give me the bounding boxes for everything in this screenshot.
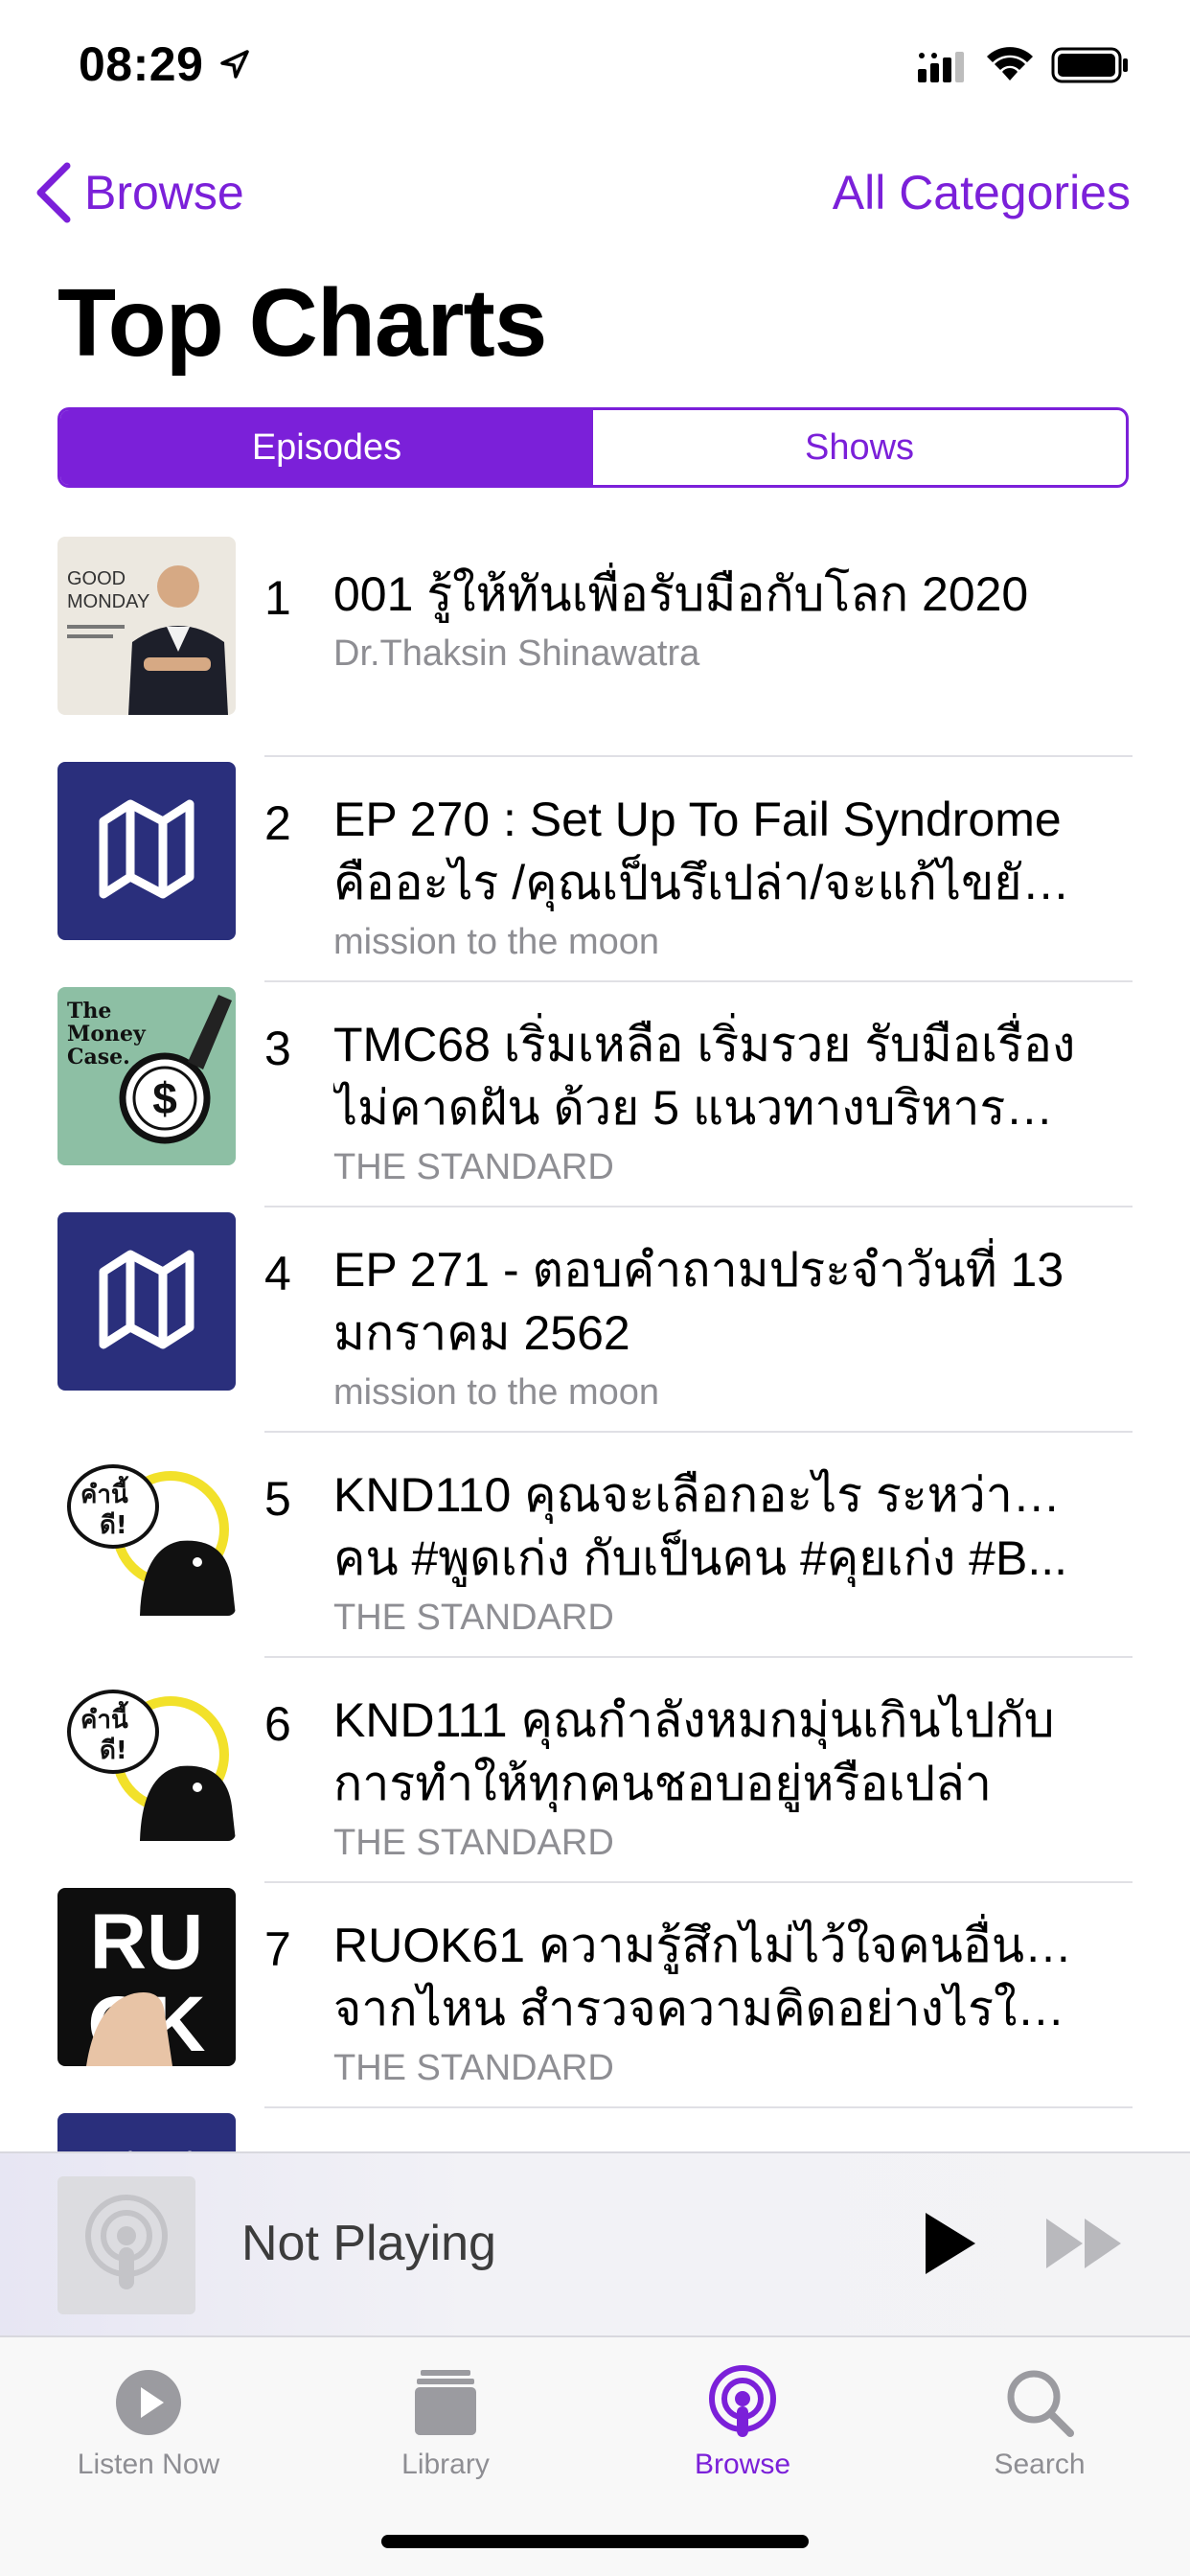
podcast-placeholder-icon bbox=[85, 2195, 168, 2289]
back-button-label: Browse bbox=[84, 166, 244, 219]
episode-row[interactable]: The Money Case. $ 3 TMC68 เริ่มเหลือ เริ… bbox=[0, 982, 1190, 1208]
tab-library[interactable]: Library bbox=[297, 2355, 594, 2508]
episode-row[interactable]: GOOD MONDAY 1 001 รู้ให้ทันเพื่อรับมือกั… bbox=[0, 532, 1190, 757]
episode-info: TMC68 เริ่มเหลือ เริ่มรวย รับมือเรื่อง ไ… bbox=[333, 1013, 1081, 1191]
podcast-artwork bbox=[57, 1212, 236, 1391]
wifi-icon bbox=[987, 47, 1033, 80]
back-button[interactable]: Browse bbox=[34, 159, 244, 226]
fast-forward-icon[interactable] bbox=[1044, 2215, 1125, 2272]
podcast-artwork: คำนี้ ดี! bbox=[57, 1438, 236, 1616]
episode-title-line: จากไหน สำรวจความคิดอย่างไรให้... bbox=[333, 1982, 1081, 2036]
podcast-artwork bbox=[57, 2113, 236, 2151]
episode-row[interactable]: RU OK 7 RUOK61 ความรู้สึกไม่ไว้ใจคนอื่นม… bbox=[0, 1883, 1190, 2108]
episode-info: RUOK61 ความรู้สึกไม่ไว้ใจคนอื่นมา จากไหน… bbox=[333, 1914, 1081, 2092]
episode-title-line: มกราคม 2562 bbox=[333, 1306, 630, 1360]
episode-info: EP 270 : Set Up To Fail Syndrome คืออะไร… bbox=[333, 788, 1081, 966]
tab-label: Library bbox=[401, 2449, 490, 2480]
episode-title-line: KND111 คุณกำลังหมกมุ่นเกินไปกับ bbox=[333, 1693, 1055, 1747]
episode-title-line: EP 269 - 5 Generations bbox=[333, 2139, 1081, 2151]
tab-label: Browse bbox=[694, 2449, 791, 2480]
show-name: mission to the moon bbox=[333, 1372, 660, 1413]
artwork-text: GOOD bbox=[67, 568, 126, 589]
segment-shows[interactable]: Shows bbox=[593, 410, 1126, 485]
episode-title-line: KND110 คุณจะเลือกอะไร ระหว่างเป็น bbox=[333, 1468, 1081, 1522]
episode-row[interactable]: คำนี้ ดี! 5 KND110 คุณจะเลือกอะไร ระหว่า… bbox=[0, 1433, 1190, 1658]
episode-row[interactable]: 8 EP 269 - 5 Generations bbox=[0, 2108, 1190, 2151]
episode-row[interactable]: 2 EP 270 : Set Up To Fail Syndrome คืออะ… bbox=[0, 757, 1190, 982]
podcast-artwork bbox=[57, 762, 236, 940]
mini-player[interactable]: Not Playing bbox=[0, 2151, 1190, 2335]
search-icon bbox=[1007, 2370, 1074, 2437]
tab-search[interactable]: Search bbox=[891, 2355, 1188, 2508]
battery-icon bbox=[1051, 47, 1128, 83]
show-name: THE STANDARD bbox=[333, 1147, 614, 1187]
library-stack-icon bbox=[415, 2370, 476, 2435]
artwork-text: ดี! bbox=[100, 1511, 127, 1540]
episode-title-line: ไม่คาดฝัน ด้วย 5 แนวทางบริหารกา... bbox=[333, 1081, 1081, 1135]
chart-rank: 1 bbox=[264, 571, 291, 625]
episode-title-line: RUOK61 ความรู้สึกไม่ไว้ใจคนอื่นมา bbox=[333, 1919, 1081, 1972]
episode-info: 001 รู้ให้ทันเพื่อรับมือกับโลก 2020 Dr.T… bbox=[333, 563, 1081, 678]
location-arrow-icon bbox=[220, 50, 249, 79]
chart-rank: 7 bbox=[264, 1922, 291, 1976]
show-name: THE STANDARD bbox=[333, 2048, 614, 2088]
all-categories-button[interactable]: All Categories bbox=[833, 159, 1131, 226]
episode-title-line: การทำให้ทุกคนชอบอยู่หรือเปล่า bbox=[333, 1757, 992, 1810]
episode-info: EP 269 - 5 Generations bbox=[333, 2139, 1081, 2151]
play-circle-icon bbox=[116, 2370, 181, 2435]
segment-episodes[interactable]: Episodes bbox=[60, 410, 593, 485]
page-title: Top Charts bbox=[57, 269, 547, 377]
tab-browse[interactable]: Browse bbox=[594, 2355, 891, 2508]
now-playing-artwork bbox=[57, 2176, 195, 2314]
podcast-icon bbox=[709, 2365, 776, 2437]
chart-rank: 2 bbox=[264, 796, 291, 850]
artwork-text: คำนี้ bbox=[80, 1475, 129, 1509]
episode-info: KND110 คุณจะเลือกอะไร ระหว่างเป็น คน #พู… bbox=[333, 1463, 1081, 1642]
episode-info: KND111 คุณกำลังหมกมุ่นเกินไปกับ การทำให้… bbox=[333, 1689, 1081, 1867]
artwork-text: MONDAY bbox=[67, 591, 149, 612]
status-time: 08:29 bbox=[79, 37, 204, 91]
chevron-left-icon bbox=[36, 162, 71, 223]
podcast-artwork: GOOD MONDAY bbox=[57, 537, 236, 715]
chart-rank: 3 bbox=[264, 1022, 291, 1075]
tab-label: Search bbox=[994, 2449, 1086, 2480]
show-name: Dr.Thaksin Shinawatra bbox=[333, 633, 700, 674]
segmented-control: Episodes Shows bbox=[57, 407, 1129, 488]
show-name: THE STANDARD bbox=[333, 1598, 614, 1638]
artwork-text: ดี! bbox=[100, 1736, 127, 1765]
play-icon[interactable] bbox=[922, 2209, 979, 2278]
episode-row[interactable]: 4 EP 271 - ตอบคำถามประจำวันที่ 13 มกราคม… bbox=[0, 1208, 1190, 1433]
status-bar: 08:29 bbox=[0, 0, 1190, 129]
tab-label: Listen Now bbox=[77, 2449, 220, 2480]
cellular-signal-icon bbox=[918, 52, 964, 82]
now-playing-title: Not Playing bbox=[241, 2216, 496, 2271]
chart-rank: 5 bbox=[264, 1472, 291, 1526]
chart-rank: 4 bbox=[264, 1247, 291, 1300]
show-name: THE STANDARD bbox=[333, 1823, 614, 1863]
navigation-bar: Browse All Categories bbox=[0, 144, 1190, 240]
svg-text:$: $ bbox=[152, 1073, 177, 1123]
artwork-text: คำนี้ bbox=[80, 1700, 129, 1735]
episode-title-line: คืออะไร /คุณเป็นรึเปล่า/จะแก้ไขยังไง bbox=[333, 856, 1081, 909]
home-indicator[interactable] bbox=[381, 2535, 809, 2548]
podcast-artwork: The Money Case. $ bbox=[57, 987, 236, 1165]
tab-listen-now[interactable]: Listen Now bbox=[0, 2355, 297, 2508]
podcast-artwork: RU OK bbox=[57, 1888, 236, 2066]
episode-title-line: EP 270 : Set Up To Fail Syndrome bbox=[333, 793, 1062, 846]
episode-list: GOOD MONDAY 1 001 รู้ให้ทันเพื่อรับมือกั… bbox=[0, 532, 1190, 2151]
episode-title-line: คน #พูดเก่ง กับเป็นคน #คุยเก่ง #B... bbox=[333, 1531, 1068, 1585]
show-name: mission to the moon bbox=[333, 922, 660, 962]
episode-row[interactable]: คำนี้ ดี! 6 KND111 คุณกำลังหมกมุ่นเกินไป… bbox=[0, 1658, 1190, 1883]
episode-title-line: EP 271 - ตอบคำถามประจำวันที่ 13 bbox=[333, 1243, 1064, 1297]
artwork-text: RU bbox=[90, 1898, 203, 1986]
episode-info: EP 271 - ตอบคำถามประจำวันที่ 13 มกราคม 2… bbox=[333, 1238, 1081, 1416]
episode-title-line: TMC68 เริ่มเหลือ เริ่มรวย รับมือเรื่อง bbox=[333, 1018, 1076, 1071]
episode-title: 001 รู้ให้ทันเพื่อรับมือกับโลก 2020 bbox=[333, 567, 1029, 621]
artwork-text: Case. bbox=[67, 1045, 130, 1070]
chart-rank: 6 bbox=[264, 1697, 291, 1751]
artwork-text: Money bbox=[67, 1022, 147, 1046]
podcast-artwork: คำนี้ ดี! bbox=[57, 1663, 236, 1841]
artwork-text: The bbox=[67, 999, 111, 1024]
